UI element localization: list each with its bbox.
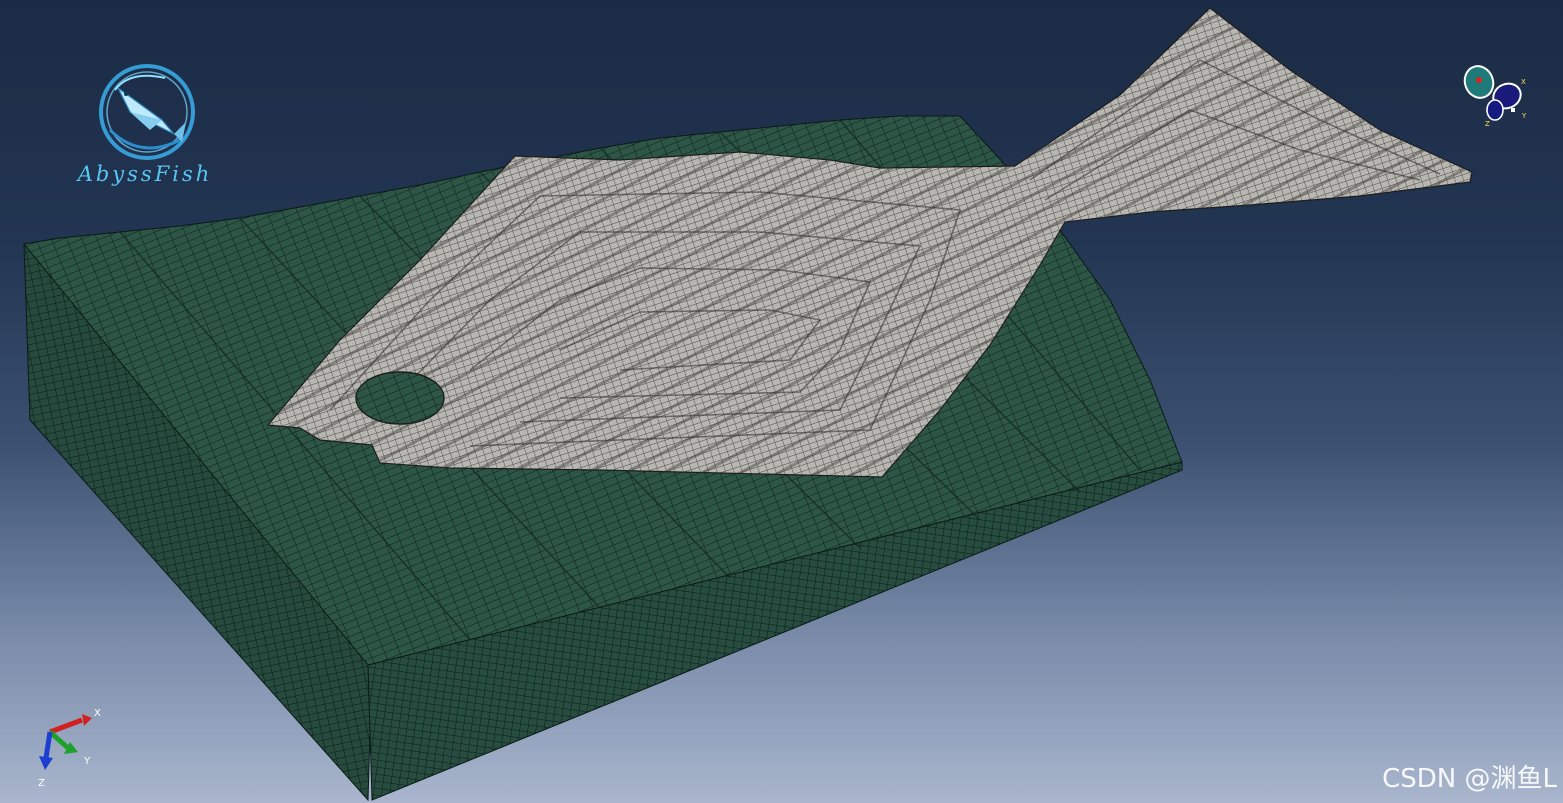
graphics-viewport[interactable]: AbyssFish X Y Z X Y Z CSDN @渊鱼L xyxy=(0,0,1563,803)
triad-y-label: Y xyxy=(83,756,91,767)
logo-text: AbyssFish xyxy=(77,162,213,186)
view-cube-y-label: Y xyxy=(1521,112,1527,120)
fish-logo-icon xyxy=(99,64,195,160)
plate-hole xyxy=(355,371,445,425)
triad-z-label: Z xyxy=(38,778,45,789)
abyssfish-logo: AbyssFish xyxy=(70,60,230,200)
csdn-watermark: CSDN @渊鱼L xyxy=(1382,764,1557,794)
view-cube-x-label: X xyxy=(1521,78,1526,86)
view-orientation-widget[interactable]: X Y Z xyxy=(1455,58,1535,128)
view-cube-z-label: Z xyxy=(1485,120,1490,128)
plate-ridges xyxy=(268,8,1472,477)
coordinate-triad: X Y Z xyxy=(38,708,101,789)
triad-x-label: X xyxy=(94,708,101,719)
model-scene[interactable] xyxy=(0,0,1563,803)
